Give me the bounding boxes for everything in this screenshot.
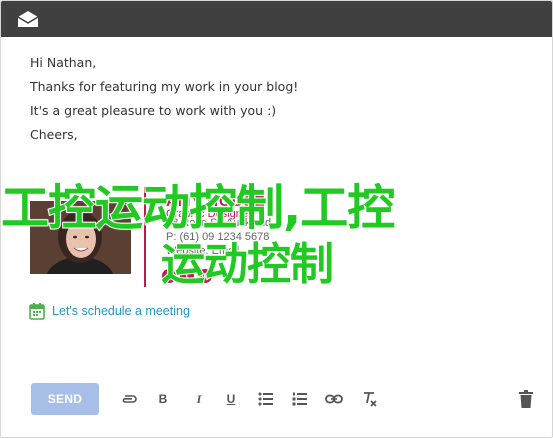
- signature-website[interactable]: Website: Email: [166, 245, 239, 257]
- title-bar: [1, 1, 552, 37]
- twitter-icon[interactable]: t: [180, 269, 194, 283]
- underline-icon[interactable]: U: [221, 389, 241, 409]
- calendar-icon: [29, 302, 45, 320]
- schedule-meeting-link[interactable]: Let's schedule a meeting: [52, 304, 190, 318]
- avatar: [30, 201, 131, 274]
- email-body[interactable]: Hi Nathan, Thanks for featuring my work …: [30, 55, 298, 151]
- trash-icon[interactable]: [516, 387, 536, 411]
- email-signature: AMY HOUSE Graphic Designer 88 Rose St, A…: [30, 187, 450, 287]
- bullet-list-icon[interactable]: [256, 389, 276, 409]
- signature-phone: P: (61) 09 1234 5678: [166, 231, 270, 243]
- closing-line: Cheers,: [30, 127, 78, 142]
- social-links: f t in: [162, 269, 212, 283]
- attach-icon[interactable]: [119, 389, 139, 409]
- body-line-1: Thanks for featuring my work in your blo…: [30, 79, 299, 94]
- facebook-icon[interactable]: f: [162, 269, 176, 283]
- email-compose-window: Hi Nathan, Thanks for featuring my work …: [0, 0, 553, 438]
- signature-divider: [144, 187, 146, 287]
- send-button[interactable]: SEND: [31, 383, 99, 415]
- envelope-open-icon[interactable]: [15, 8, 41, 30]
- italic-icon[interactable]: I: [189, 389, 209, 409]
- greeting-line: Hi Nathan,: [30, 55, 97, 70]
- link-icon[interactable]: [324, 389, 344, 409]
- body-line-2: It's a great pleasure to work with you :…: [30, 103, 277, 118]
- signature-address: 88 Rose St, Auckland: [166, 217, 272, 229]
- numbered-list-icon[interactable]: [290, 389, 310, 409]
- bold-icon[interactable]: B: [153, 389, 173, 409]
- clear-format-icon[interactable]: [360, 389, 380, 409]
- linkedin-icon[interactable]: in: [198, 269, 212, 283]
- compose-toolbar: SEND B I U: [1, 383, 552, 417]
- schedule-meeting[interactable]: Let's schedule a meeting: [29, 302, 190, 320]
